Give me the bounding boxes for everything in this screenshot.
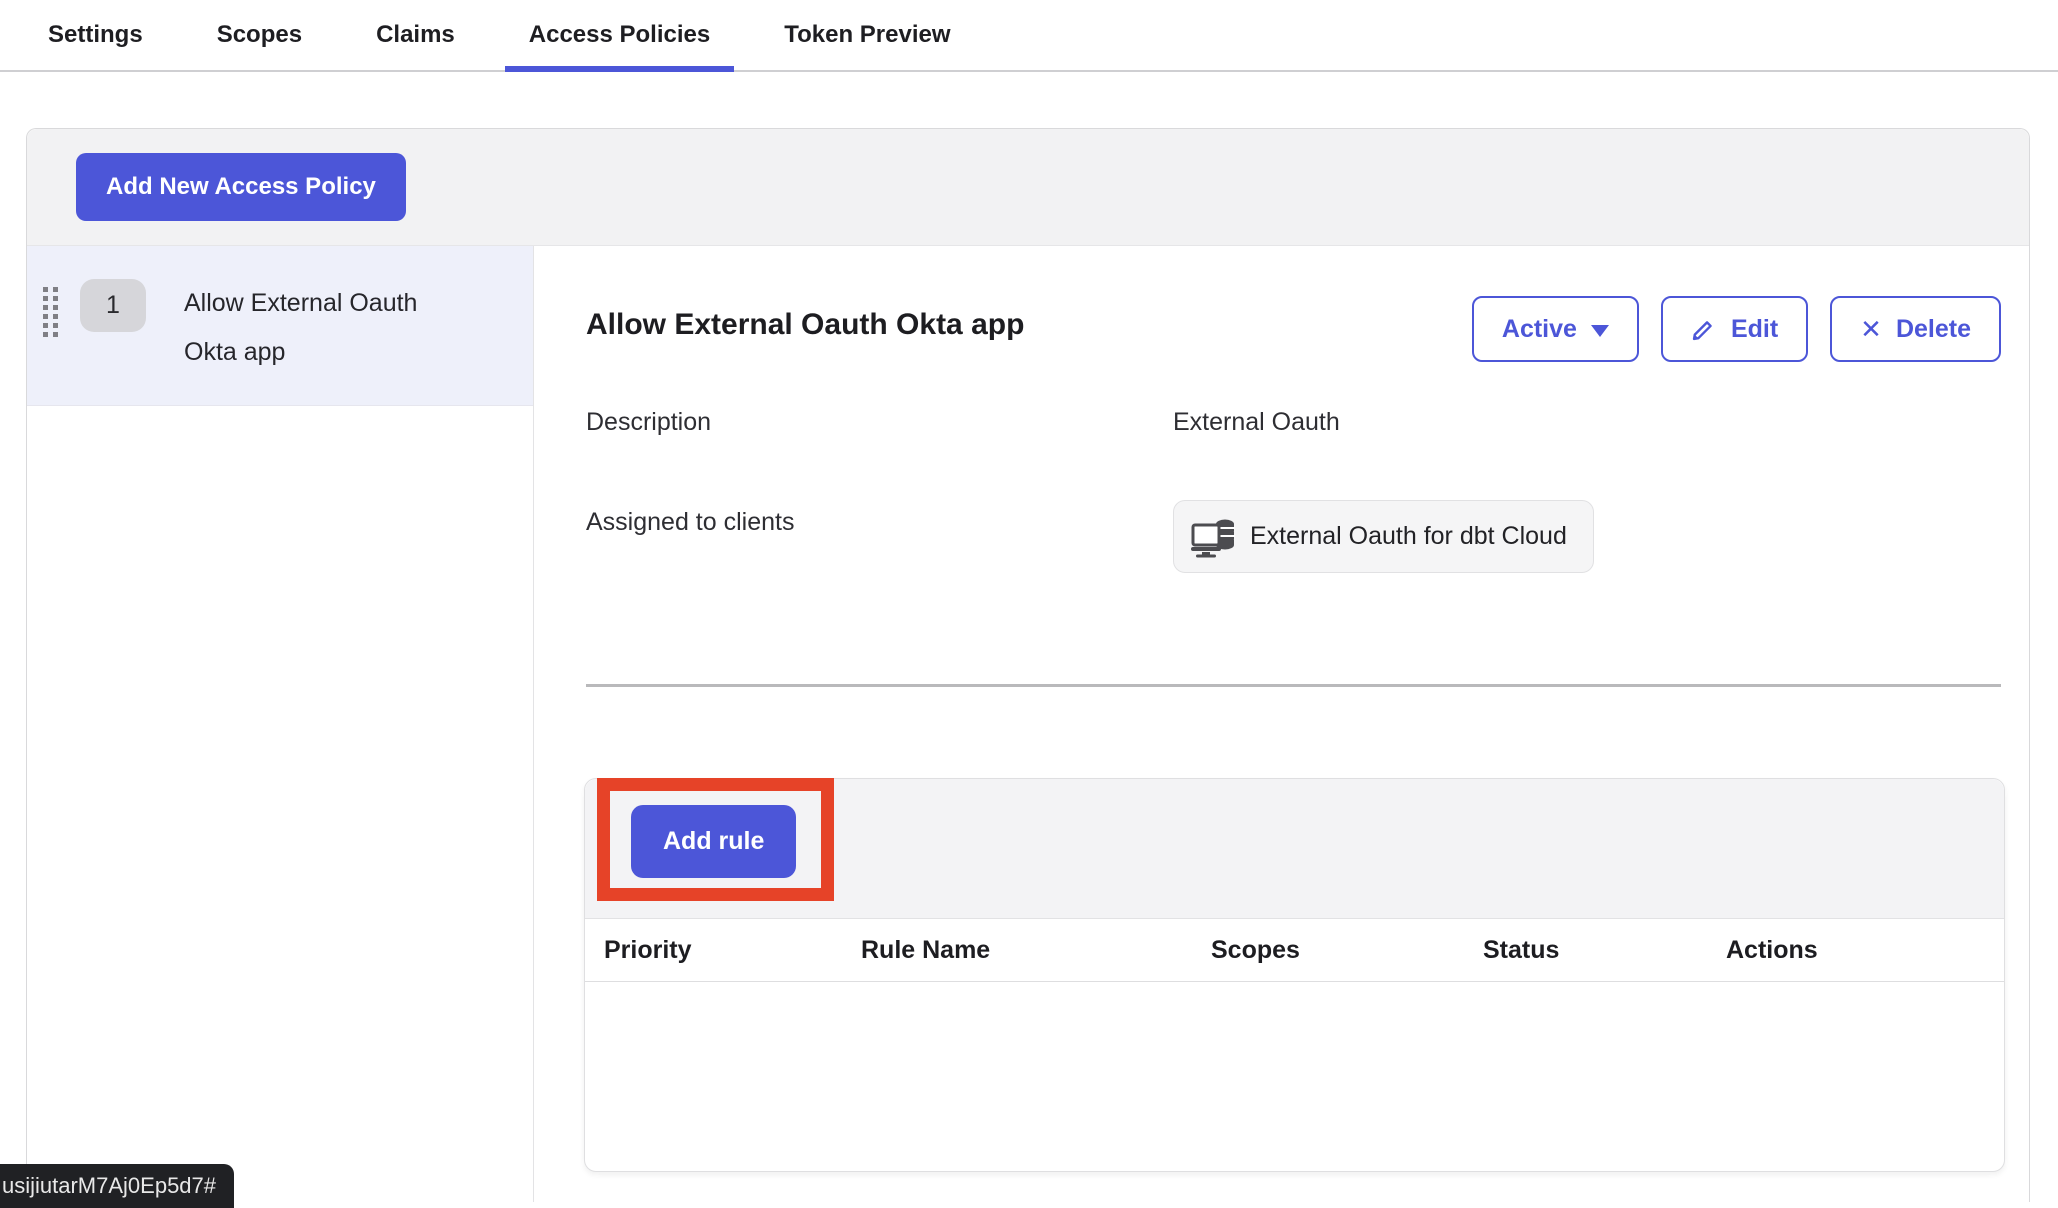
column-header-scopes: Scopes — [1211, 936, 1483, 965]
assigned-to-clients-label: Assigned to clients — [586, 508, 794, 537]
edit-button-label: Edit — [1731, 315, 1778, 344]
description-label: Description — [586, 408, 711, 437]
tab-settings[interactable]: Settings — [24, 0, 167, 70]
policy-title: Allow External Oauth Okta app — [586, 296, 1024, 342]
add-rule-button[interactable]: Add rule — [631, 805, 796, 878]
column-header-actions: Actions — [1726, 936, 2004, 965]
policy-list-sidebar: 1 Allow External Oauth Okta app — [27, 246, 534, 1202]
pencil-icon — [1691, 316, 1717, 342]
close-icon: ✕ — [1860, 314, 1882, 345]
caret-down-icon — [1591, 325, 1609, 337]
add-new-access-policy-button[interactable]: Add New Access Policy — [76, 153, 406, 221]
tab-scopes[interactable]: Scopes — [193, 0, 326, 70]
assigned-client-chip: External Oauth for dbt Cloud — [1173, 500, 1594, 573]
column-header-rule-name: Rule Name — [861, 936, 1211, 965]
rules-table-body — [585, 982, 2004, 1170]
policy-action-buttons: Active Edit ✕ Delete — [1472, 296, 2001, 362]
access-policies-panel: Add New Access Policy 1 Allow External O… — [26, 128, 2030, 1202]
column-header-status: Status — [1483, 936, 1726, 965]
tab-bar: Settings Scopes Claims Access Policies T… — [0, 0, 2058, 72]
status-dropdown-button[interactable]: Active — [1472, 296, 1639, 362]
description-value: External Oauth — [1173, 408, 1340, 437]
column-header-priority: Priority — [604, 936, 861, 965]
tab-access-policies[interactable]: Access Policies — [505, 0, 734, 70]
rules-table-header: Priority Rule Name Scopes Status Actions — [585, 919, 2004, 982]
policy-detail-panel: Allow External Oauth Okta app Active Edi… — [534, 246, 2029, 1202]
policy-order-badge: 1 — [80, 279, 146, 332]
section-divider — [586, 684, 2001, 687]
delete-button-label: Delete — [1896, 315, 1971, 344]
status-dropdown-label: Active — [1502, 315, 1577, 344]
delete-button[interactable]: ✕ Delete — [1830, 296, 2001, 362]
edit-button[interactable]: Edit — [1661, 296, 1808, 362]
tab-token-preview[interactable]: Token Preview — [760, 0, 974, 70]
link-preview-tooltip: usijiutarM7Aj0Ep5d7# — [0, 1164, 234, 1208]
assigned-client-name: External Oauth for dbt Cloud — [1250, 522, 1567, 551]
rules-header: Add rule — [585, 779, 2004, 919]
computer-database-icon — [1190, 516, 1238, 558]
tab-claims[interactable]: Claims — [352, 0, 479, 70]
policy-name-label: Allow External Oauth Okta app — [184, 279, 474, 377]
rules-card: Add rule Priority Rule Name Scopes Statu… — [584, 778, 2005, 1172]
policies-toolbar: Add New Access Policy — [27, 129, 2029, 246]
drag-handle-icon[interactable] — [43, 287, 58, 337]
policy-list-item[interactable]: 1 Allow External Oauth Okta app — [27, 246, 533, 406]
